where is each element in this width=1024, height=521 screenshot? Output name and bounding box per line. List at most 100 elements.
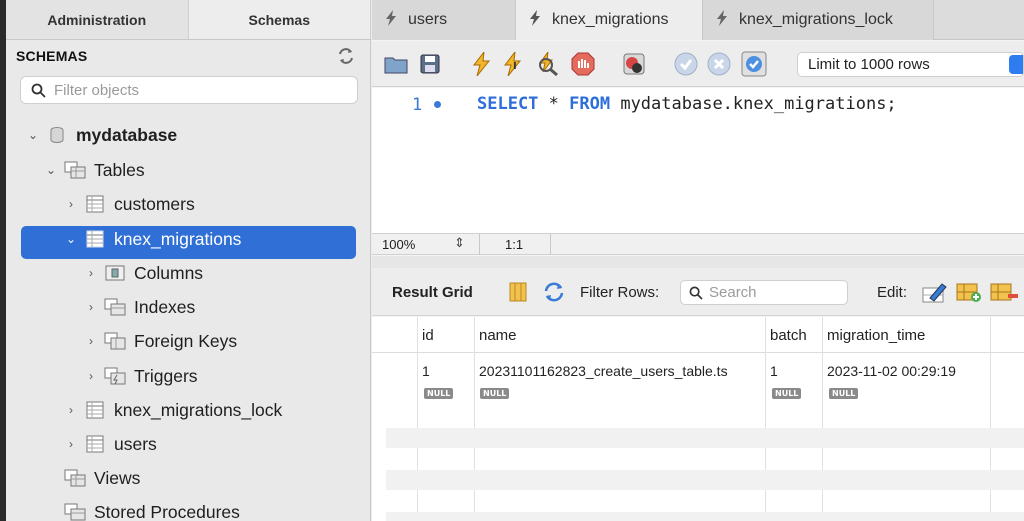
chevron-right-icon[interactable]: › <box>84 334 98 348</box>
zoom-level[interactable]: 100% <box>382 237 415 252</box>
navigator-panel: Administration Schemas SCHEMAS ⌄ mydatab… <box>6 0 371 521</box>
limit-rows-select[interactable]: Limit to 1000 rows <box>797 52 1024 77</box>
column-header-name[interactable]: name <box>479 327 517 344</box>
tree-item-knex-migrations[interactable]: ⌄ knex_migrations <box>6 224 371 254</box>
chevron-down-icon[interactable]: ⌄ <box>26 128 40 142</box>
chevron-right-icon[interactable]: › <box>84 300 98 314</box>
tree-item-stored-procedures[interactable]: Stored Procedures <box>6 497 371 521</box>
chevron-placeholder <box>44 505 58 519</box>
chevron-right-icon[interactable]: › <box>84 266 98 280</box>
rollback-icon[interactable] <box>706 51 732 77</box>
zoom-stepper-icon[interactable]: ⇕ <box>454 235 465 251</box>
tables-folder-icon <box>64 160 86 180</box>
sql-code-line[interactable]: SELECT * FROM mydatabase.knex_migrations… <box>477 94 897 114</box>
cell-migration-time[interactable]: 2023-11-02 00:29:19 <box>827 363 956 379</box>
lightning-icon <box>528 9 542 31</box>
toggle-error-icon[interactable] <box>621 51 647 77</box>
column-header-id[interactable]: id <box>422 327 434 344</box>
dropdown-arrow-icon[interactable] <box>1009 55 1023 74</box>
filter-rows-field <box>680 280 848 305</box>
column-divider <box>822 317 823 521</box>
explain-icon[interactable] <box>535 51 561 77</box>
execute-icon[interactable] <box>468 51 494 77</box>
tree-item-indexes[interactable]: › Indexes <box>6 292 371 322</box>
search-icon <box>689 286 703 300</box>
tree-item-label: Indexes <box>134 296 196 317</box>
sql-keyword-select: SELECT <box>477 94 539 114</box>
empty-row-stripe <box>386 428 1024 448</box>
column-divider <box>990 317 991 521</box>
tree-item-label: Foreign Keys <box>134 330 238 351</box>
delete-row-icon[interactable] <box>990 280 1020 309</box>
limit-rows-value: Limit to 1000 rows <box>808 56 930 73</box>
svg-text:I: I <box>513 61 517 72</box>
chevron-right-icon[interactable]: › <box>64 197 78 211</box>
chevron-right-icon[interactable]: › <box>84 369 98 383</box>
null-badge: NULL <box>772 388 802 399</box>
tree-item-label: Stored Procedures <box>94 501 240 521</box>
stored-procedures-folder-icon <box>64 502 86 521</box>
column-divider <box>474 317 475 521</box>
tree-item-columns[interactable]: › Columns <box>6 258 371 288</box>
autocommit-icon[interactable] <box>741 51 767 77</box>
tree-item-users[interactable]: › users <box>6 429 371 459</box>
foreign-keys-folder-icon <box>104 331 126 351</box>
lightning-icon <box>384 9 398 31</box>
chevron-down-icon[interactable]: ⌄ <box>44 163 58 177</box>
refresh-icon[interactable] <box>336 46 356 66</box>
chevron-right-icon[interactable]: › <box>64 437 78 451</box>
tab-knex-migrations-lock[interactable]: knex_migrations_lock <box>703 0 934 40</box>
column-divider <box>417 317 418 521</box>
stop-icon[interactable] <box>570 51 596 77</box>
tab-knex-migrations[interactable]: knex_migrations <box>516 0 703 40</box>
filter-rows-input[interactable] <box>709 284 839 301</box>
save-icon[interactable] <box>417 51 443 77</box>
sql-star: * <box>538 94 570 114</box>
editor-status-bar: 100% ⇕ 1:1 <box>372 233 1024 255</box>
commit-icon[interactable] <box>673 51 699 77</box>
filter-objects-input[interactable] <box>54 81 334 99</box>
grid-view-icon[interactable] <box>509 282 527 307</box>
tree-item-tables[interactable]: ⌄ Tables <box>6 155 371 185</box>
table-icon <box>84 229 106 249</box>
filter-objects-field <box>20 76 358 104</box>
result-grid: id name batch migration_time 1 202311011… <box>372 317 1024 521</box>
column-header-batch[interactable]: batch <box>770 327 807 344</box>
tree-item-label: Views <box>94 467 141 488</box>
tree-item-label: Triggers <box>134 365 198 386</box>
result-toolbar: Result Grid Filter Rows: Edit: <box>372 268 1024 316</box>
tab-administration[interactable]: Administration <box>6 0 189 39</box>
tab-label: knex_migrations <box>552 11 669 28</box>
tree-item-label: Tables <box>94 159 145 180</box>
chevron-down-icon[interactable]: ⌄ <box>64 232 78 246</box>
tree-item-knex-migrations-lock[interactable]: › knex_migrations_lock <box>6 395 371 425</box>
sql-editor[interactable]: 1 SELECT * FROM mydatabase.knex_migratio… <box>372 88 1024 233</box>
indexes-folder-icon <box>104 297 126 317</box>
cell-name[interactable]: 20231101162823_create_users_table.ts <box>479 363 728 379</box>
refresh-result-icon[interactable] <box>543 282 565 307</box>
open-file-icon[interactable] <box>383 51 409 77</box>
tree-item-triggers[interactable]: › Triggers <box>6 361 371 391</box>
tab-users[interactable]: users <box>372 0 516 40</box>
cell-batch[interactable]: 1 <box>770 363 778 379</box>
tree-item-mydatabase[interactable]: ⌄ mydatabase <box>6 120 371 150</box>
tab-schemas[interactable]: Schemas <box>188 0 371 39</box>
edit-row-icon[interactable] <box>922 280 948 309</box>
cell-id[interactable]: 1 <box>422 363 430 379</box>
table-icon <box>84 434 106 454</box>
empty-row-stripe <box>386 512 1024 521</box>
result-grid-label: Result Grid <box>392 284 473 301</box>
add-row-icon[interactable] <box>956 280 982 309</box>
table-icon <box>84 194 106 214</box>
edit-label: Edit: <box>877 284 908 301</box>
editor-tabs: users knex_migrations knex_migrations_lo… <box>372 0 1024 40</box>
status-divider <box>479 234 480 255</box>
tree-item-label: users <box>114 433 157 454</box>
tree-item-customers[interactable]: › customers <box>6 189 371 219</box>
execute-current-icon[interactable]: I <box>500 51 526 77</box>
tree-item-foreign-keys[interactable]: › Foreign Keys <box>6 326 371 356</box>
chevron-right-icon[interactable]: › <box>64 403 78 417</box>
splitter[interactable] <box>372 256 1024 268</box>
tree-item-views[interactable]: Views <box>6 463 371 493</box>
column-header-migration-time[interactable]: migration_time <box>827 327 925 344</box>
